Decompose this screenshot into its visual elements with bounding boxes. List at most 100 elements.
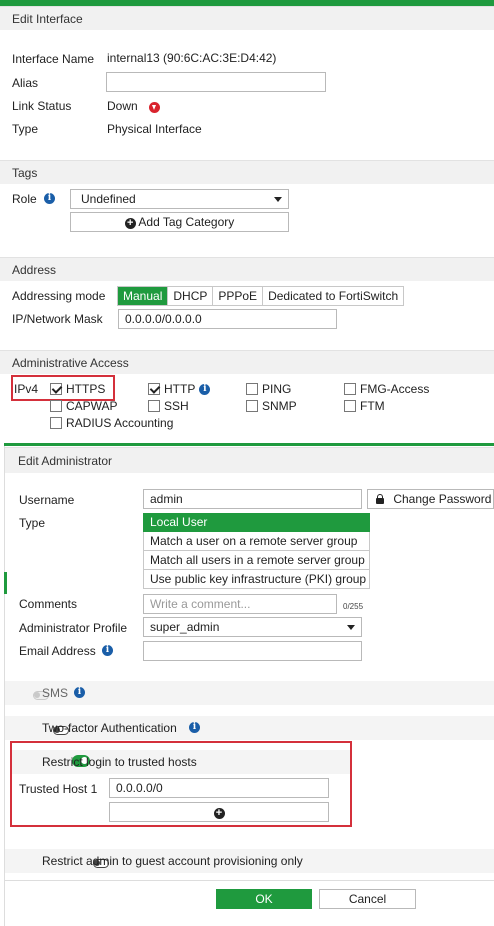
admin-side-marker: [4, 572, 7, 594]
access-fmg[interactable]: FMG-Access: [344, 382, 429, 396]
http-checkbox[interactable]: [148, 383, 160, 395]
http-label: HTTP: [164, 382, 196, 396]
type-option-remote-group[interactable]: Match all users in a remote server group: [143, 551, 370, 570]
alias-label: Alias: [12, 76, 39, 90]
mode-dhcp[interactable]: DHCP: [168, 287, 214, 305]
link-status-label: Link Status: [12, 99, 72, 113]
sms-info-icon[interactable]: i: [74, 687, 85, 698]
change-password-label: Change Password: [393, 492, 492, 506]
email-input[interactable]: [143, 641, 362, 661]
admin-profile-select[interactable]: super_admin: [143, 617, 362, 637]
restrict-guest-label: Restrict admin to guest account provisio…: [42, 854, 303, 868]
alias-input[interactable]: [106, 72, 326, 92]
capwap-checkbox[interactable]: [50, 400, 62, 412]
access-radius[interactable]: RADIUS Accounting: [50, 416, 173, 430]
capwap-label: CAPWAP: [66, 399, 118, 413]
admin-profile-label: Administrator Profile: [19, 621, 128, 635]
comments-label: Comments: [19, 597, 78, 611]
comments-char-count: 0/255: [343, 602, 364, 611]
plus-icon: +: [213, 808, 225, 819]
type-value: Physical Interface: [107, 122, 202, 136]
username-label: Username: [19, 493, 75, 507]
ip-mask-label: IP/Network Mask: [12, 312, 103, 326]
link-status-value: Down: [107, 99, 138, 113]
interface-name-label: Interface Name: [12, 52, 95, 66]
two-factor-info-icon[interactable]: i: [189, 722, 200, 733]
change-password-button[interactable]: Change Password: [367, 489, 494, 509]
trusted-host-label: Trusted Host 1: [19, 782, 98, 796]
footer-divider: [5, 880, 494, 881]
role-label: Role: [12, 192, 37, 206]
https-label: HTTPS: [66, 382, 106, 396]
type-option-local-user[interactable]: Local User: [143, 513, 370, 532]
ftm-label: FTM: [360, 399, 385, 413]
tags-title: Tags: [12, 166, 38, 180]
sms-label: SMS: [42, 686, 69, 700]
addressing-mode-label: Addressing mode: [12, 289, 106, 303]
chevron-down-icon: [274, 197, 282, 202]
add-tag-category-button[interactable]: + Add Tag Category: [70, 212, 289, 232]
ping-label: PING: [262, 382, 292, 396]
fmg-checkbox[interactable]: [344, 383, 356, 395]
admin-access-title: Administrative Access: [12, 356, 129, 370]
ssh-checkbox[interactable]: [148, 400, 160, 412]
access-ssh[interactable]: SSH: [148, 399, 189, 413]
type-option-remote-user[interactable]: Match a user on a remote server group: [143, 532, 370, 551]
ping-checkbox[interactable]: [246, 383, 258, 395]
edit-admin-header: Edit Administrator: [5, 447, 494, 473]
username-input[interactable]: admin: [143, 489, 362, 509]
email-label: Email Address: [19, 644, 96, 658]
role-select[interactable]: Undefined: [70, 189, 289, 209]
ok-button[interactable]: OK: [216, 889, 312, 909]
admin-type-label: Type: [19, 516, 46, 530]
ftm-checkbox[interactable]: [344, 400, 356, 412]
http-info-icon[interactable]: i: [199, 383, 211, 395]
edit-interface-title: Edit Interface: [12, 12, 83, 26]
role-select-value: Undefined: [81, 192, 136, 206]
access-capwap[interactable]: CAPWAP: [50, 399, 118, 413]
radius-checkbox[interactable]: [50, 417, 62, 429]
radius-label: RADIUS Accounting: [66, 416, 174, 430]
admin-profile-value: super_admin: [150, 620, 220, 634]
comments-textarea[interactable]: Write a comment...: [143, 594, 337, 614]
email-info-icon[interactable]: i: [102, 645, 113, 656]
lock-icon: [376, 494, 384, 504]
type-option-pki[interactable]: Use public key infrastructure (PKI) grou…: [143, 570, 370, 589]
snmp-label: SNMP: [262, 399, 297, 413]
access-snmp[interactable]: SNMP: [246, 399, 297, 413]
edit-admin-title: Edit Administrator: [18, 454, 113, 468]
https-checkbox[interactable]: [50, 383, 62, 395]
tags-header: Tags: [0, 160, 494, 184]
chevron-down-icon: [347, 625, 355, 630]
trusted-host-input[interactable]: 0.0.0.0/0: [109, 778, 329, 798]
mode-pppoe[interactable]: PPPoE: [213, 287, 264, 305]
cancel-button[interactable]: Cancel: [319, 889, 416, 909]
ip-mask-input[interactable]: 0.0.0.0/0.0.0.0: [118, 309, 337, 329]
ssh-label: SSH: [164, 399, 189, 413]
mode-dedicated-fortiswitch[interactable]: Dedicated to FortiSwitch: [263, 287, 403, 305]
mode-manual[interactable]: Manual: [118, 287, 169, 305]
edit-interface-header: Edit Interface: [0, 6, 494, 30]
two-factor-label: Two-factor Authentication: [42, 721, 177, 735]
plus-icon: +: [124, 218, 136, 229]
interface-name-value: internal13 (90:6C:AC:3E:D4:42): [107, 51, 277, 65]
admin-access-header: Administrative Access: [0, 350, 494, 374]
ipv4-label: IPv4: [14, 382, 39, 396]
status-down-icon: [149, 102, 160, 113]
access-ping[interactable]: PING: [246, 382, 291, 396]
restrict-login-label: Restrict login to trusted hosts: [42, 755, 197, 769]
access-ftm[interactable]: FTM: [344, 399, 385, 413]
access-http[interactable]: HTTP i: [148, 382, 211, 396]
admin-accent-bar: [4, 443, 494, 446]
snmp-checkbox[interactable]: [246, 400, 258, 412]
role-info-icon[interactable]: i: [44, 193, 55, 204]
type-label: Type: [12, 122, 39, 136]
addressing-mode-selector: Manual DHCP PPPoE Dedicated to FortiSwit…: [117, 286, 405, 306]
address-title: Address: [12, 263, 57, 277]
add-trusted-host-button[interactable]: +: [109, 802, 329, 822]
admin-type-list: Local User Match a user on a remote serv…: [143, 513, 370, 589]
access-https[interactable]: HTTPS: [50, 382, 105, 396]
add-tag-category-label: Add Tag Category: [138, 215, 235, 229]
fmg-label: FMG-Access: [360, 382, 430, 396]
address-header: Address: [0, 257, 494, 281]
